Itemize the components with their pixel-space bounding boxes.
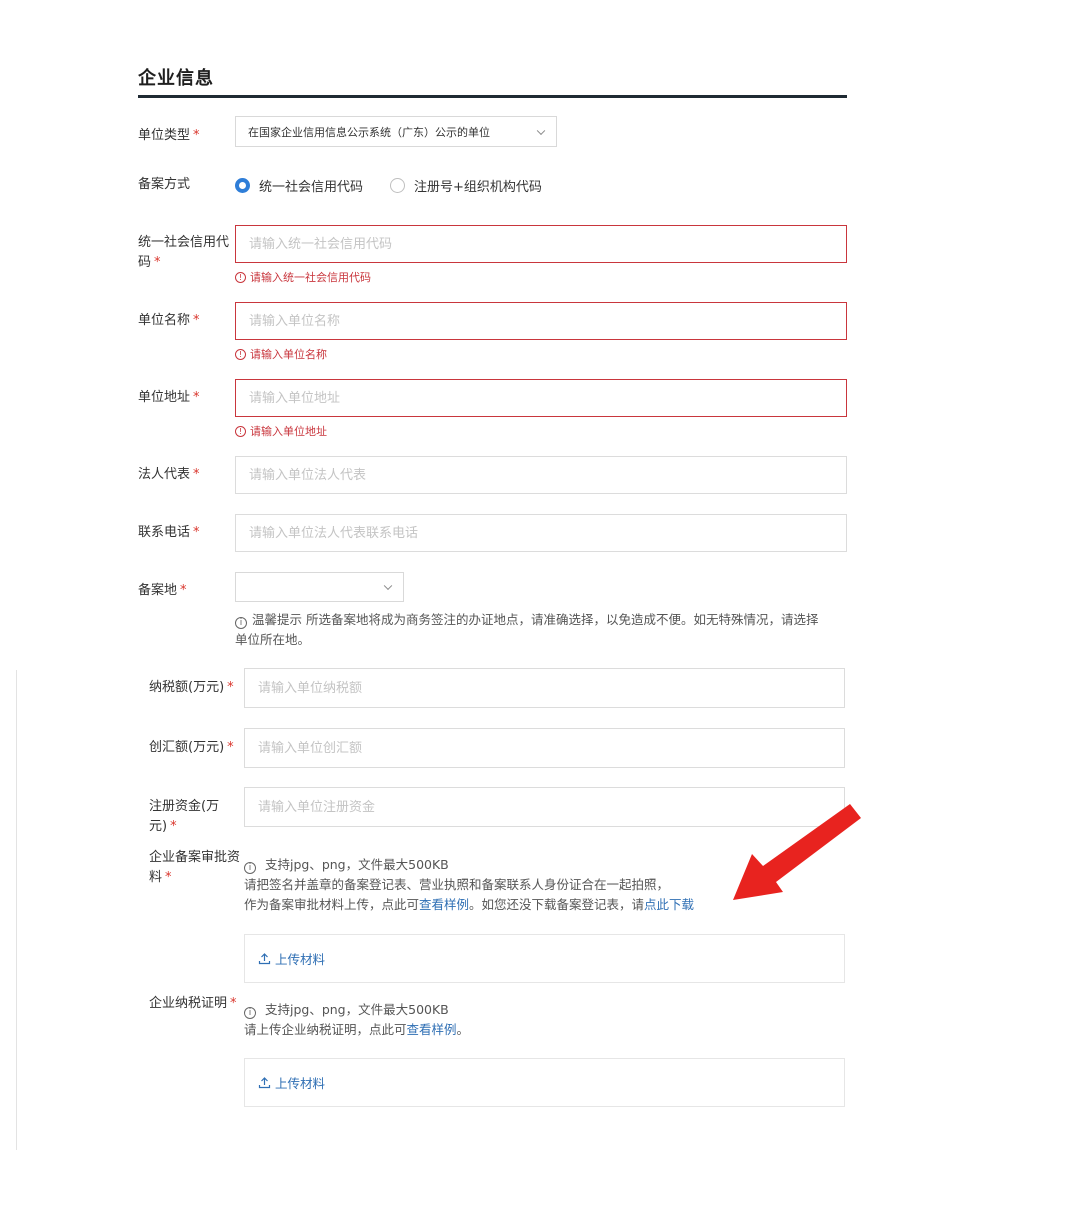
section-divider <box>138 95 847 98</box>
phone-input[interactable] <box>235 514 847 552</box>
tax-proof-hint: i 支持jpg、png，文件最大500KB 请上传企业纳税证明，点此可查看样例。 <box>244 1000 724 1040</box>
required-mark: * <box>230 996 237 1011</box>
approval-docs-support: 支持jpg、png，文件最大500KB <box>264 857 449 872</box>
radio-unified-code[interactable]: 统一社会信用代码 <box>235 176 363 195</box>
reg-capital-label-line1: 注册资金(万 <box>149 799 220 814</box>
radio-reg-number[interactable]: 注册号+组织机构代码 <box>390 176 542 195</box>
unit-type-label-text: 单位类型 <box>138 128 191 143</box>
forex-amount-input[interactable] <box>244 728 845 768</box>
filing-place-select[interactable] <box>235 572 404 602</box>
approval-docs-desc-line2a: 作为备案审批材料上传，点此可 <box>244 897 420 912</box>
info-icon: i <box>244 862 256 874</box>
credit-code-input[interactable] <box>235 225 847 263</box>
annotation-arrow-icon <box>733 804 861 900</box>
unit-address-input[interactable] <box>235 379 847 417</box>
required-mark: * <box>227 680 234 695</box>
filing-place-label: 备案地 * <box>138 581 187 601</box>
legal-rep-input[interactable] <box>235 456 847 494</box>
filing-place-hint-line2: 单位所在地。 <box>235 632 311 647</box>
tax-proof-upload-label: 上传材料 <box>275 1076 326 1091</box>
approval-docs-label: 企业备案审批资 料 * <box>149 848 240 888</box>
error-icon: ! <box>235 348 246 360</box>
reg-capital-label: 注册资金(万 元) * <box>149 797 219 837</box>
required-mark: * <box>227 740 234 755</box>
required-mark: * <box>193 313 200 328</box>
tax-proof-desc-b: 。 <box>456 1022 470 1037</box>
unit-name-error-text: 请输入单位名称 <box>250 348 327 361</box>
legal-rep-label: 法人代表 * <box>138 465 200 485</box>
tax-amount-label-text: 纳税额(万元) <box>149 680 225 695</box>
tax-amount-input[interactable] <box>244 668 845 708</box>
phone-label: 联系电话 * <box>138 523 200 543</box>
unit-name-label: 单位名称 * <box>138 311 200 331</box>
unit-address-label-text: 单位地址 <box>138 390 191 405</box>
radio-unified-code-label: 统一社会信用代码 <box>259 180 364 195</box>
view-sample-link[interactable]: 查看样例 <box>419 897 469 912</box>
required-mark: * <box>193 390 200 405</box>
required-mark: * <box>170 819 177 834</box>
unit-type-value: 在国家企业信用信息公示系统（广东）公示的单位 <box>248 125 490 139</box>
radio-unchecked-icon[interactable] <box>390 178 405 193</box>
filing-place-hint: i 温馨提示 所选备案地将成为商务签注的办证地点，请准确选择，以免造成不便。如无特… <box>235 610 840 650</box>
unit-name-label-text: 单位名称 <box>138 313 191 328</box>
radio-reg-number-label: 注册号+组织机构代码 <box>414 180 542 195</box>
credit-code-error-text: 请输入统一社会信用代码 <box>250 271 371 284</box>
approval-docs-label-line2: 料 <box>149 870 163 885</box>
unit-address-label: 单位地址 * <box>138 388 200 408</box>
credit-code-label: 统一社会信用代 码 * <box>138 233 229 273</box>
upload-icon <box>258 1077 271 1089</box>
unit-name-error: ! 请输入单位名称 <box>235 346 327 362</box>
approval-docs-upload-label: 上传材料 <box>275 952 326 967</box>
required-mark: * <box>165 870 172 885</box>
required-mark: * <box>193 525 200 540</box>
radio-checked-icon[interactable] <box>235 178 250 193</box>
chevron-down-icon <box>536 126 546 135</box>
upload-icon <box>258 953 271 965</box>
download-form-link[interactable]: 点此下载 <box>644 897 694 912</box>
form-page: 企业信息 单位类型 * 在国家企业信用信息公示系统（广东）公示的单位 备案方式 统… <box>0 0 1080 1207</box>
filing-method-label: 备案方式 <box>138 177 191 192</box>
required-mark: * <box>193 467 200 482</box>
chevron-down-icon <box>383 581 393 591</box>
phone-label-text: 联系电话 <box>138 525 191 540</box>
unit-name-input[interactable] <box>235 302 847 340</box>
approval-docs-hint: i 支持jpg、png，文件最大500KB 请把签名并盖章的备案登记表、营业执照… <box>244 855 724 915</box>
info-icon: i <box>244 1007 256 1019</box>
page-edge-line <box>16 670 17 1150</box>
filing-place-hint-line1: 温馨提示 所选备案地将成为商务签注的办证地点，请准确选择，以免造成不便。如无特殊… <box>252 612 819 627</box>
required-mark: * <box>193 128 200 143</box>
forex-amount-label: 创汇额(万元) * <box>149 738 234 758</box>
forex-amount-label-text: 创汇额(万元) <box>149 740 225 755</box>
tax-amount-label: 纳税额(万元) * <box>149 678 234 698</box>
error-icon: ! <box>235 425 246 437</box>
info-icon: i <box>235 617 247 629</box>
credit-code-error: ! 请输入统一社会信用代码 <box>235 269 371 285</box>
tax-proof-label-text: 企业纳税证明 <box>149 996 228 1011</box>
required-mark: * <box>154 255 161 270</box>
unit-address-error: ! 请输入单位地址 <box>235 423 327 439</box>
legal-rep-label-text: 法人代表 <box>138 467 191 482</box>
tax-proof-label: 企业纳税证明 * <box>149 994 237 1014</box>
approval-docs-desc-line2b: 。如您还没下载备案登记表，请 <box>469 897 645 912</box>
approval-docs-label-line1: 企业备案审批资 <box>149 850 241 865</box>
credit-code-label-line2: 码 <box>138 255 152 270</box>
error-icon: ! <box>235 271 246 283</box>
approval-docs-upload-button[interactable]: 上传材料 <box>244 934 845 983</box>
required-mark: * <box>180 583 187 598</box>
tax-proof-view-sample-link[interactable]: 查看样例 <box>407 1022 457 1037</box>
unit-type-label: 单位类型 * <box>138 126 200 146</box>
unit-type-select[interactable]: 在国家企业信用信息公示系统（广东）公示的单位 <box>235 116 557 147</box>
unit-address-error-text: 请输入单位地址 <box>250 425 327 438</box>
tax-proof-upload-button[interactable]: 上传材料 <box>244 1058 845 1107</box>
tax-proof-desc-a: 请上传企业纳税证明，点此可 <box>244 1022 407 1037</box>
filing-place-label-text: 备案地 <box>138 583 178 598</box>
credit-code-label-line1: 统一社会信用代 <box>138 235 230 250</box>
section-title: 企业信息 <box>138 68 214 89</box>
approval-docs-desc-line1: 请把签名并盖章的备案登记表、营业执照和备案联系人身份证合在一起拍照， <box>244 877 670 892</box>
tax-proof-support: 支持jpg、png，文件最大500KB <box>264 1002 449 1017</box>
reg-capital-label-line2: 元) <box>149 819 168 834</box>
